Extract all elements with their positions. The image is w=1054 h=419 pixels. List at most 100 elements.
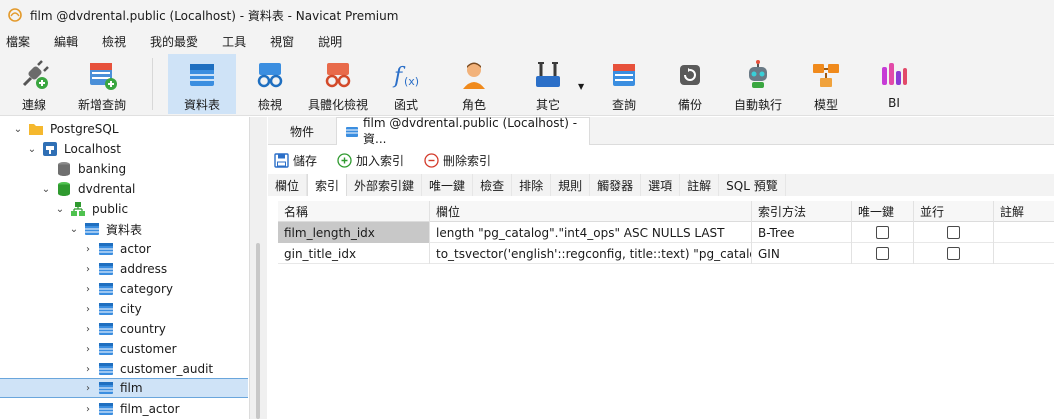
add-index-button[interactable]: 加入索引	[337, 152, 404, 169]
toolbar-table-button[interactable]: 資料表	[168, 54, 236, 114]
index-field-cell[interactable]: to_tsvector('english'::regconfig, title:…	[430, 243, 752, 264]
toolbar-role-button[interactable]: 角色	[450, 54, 498, 114]
tree-node-localhost[interactable]: ⌄ Localhost	[0, 139, 248, 159]
chevron-down-icon[interactable]: ⌄	[26, 144, 38, 155]
tab-excludes[interactable]: 排除	[512, 174, 552, 196]
schema-icon	[70, 201, 86, 217]
chevron-right-icon[interactable]: ›	[82, 364, 94, 375]
tree-node-table-film-actor[interactable]: › film_actor	[0, 399, 248, 419]
menu-edit[interactable]: 編輯	[48, 33, 84, 50]
column-header-concurrent[interactable]: 並行	[914, 201, 994, 222]
tree-node-table-address[interactable]: › address	[0, 259, 248, 279]
tab-triggers[interactable]: 觸發器	[590, 174, 642, 196]
chevron-right-icon[interactable]: ›	[82, 383, 94, 394]
comment-cell[interactable]	[994, 243, 1054, 264]
table-icon	[98, 321, 114, 337]
tree-node-table-customer[interactable]: › customer	[0, 339, 248, 359]
table-icon	[98, 301, 114, 317]
unique-checkbox[interactable]	[876, 226, 889, 239]
toolbar-model-button[interactable]: 模型	[802, 54, 850, 114]
toolbar-other-button[interactable]: 其它	[522, 54, 574, 114]
chevron-down-icon[interactable]: ⌄	[12, 124, 24, 135]
toolbar-connection-button[interactable]: 連線	[6, 54, 62, 114]
table-icon	[98, 261, 114, 277]
menu-favorites[interactable]: 我的最愛	[144, 33, 204, 50]
index-field-cell[interactable]: length "pg_catalog"."int4_ops" ASC NULLS…	[430, 222, 752, 243]
chevron-down-icon[interactable]: ⌄	[68, 224, 80, 235]
tab-comment[interactable]: 註解	[680, 174, 720, 196]
tab-foreign-keys[interactable]: 外部索引鍵	[347, 174, 423, 196]
tree-node-public[interactable]: ⌄ public	[0, 199, 248, 219]
toolbar-view-button[interactable]: 檢視	[246, 54, 294, 114]
unique-checkbox[interactable]	[876, 247, 889, 260]
save-button[interactable]: 儲存	[274, 152, 317, 169]
column-header-field[interactable]: 欄位	[430, 201, 752, 222]
tree-node-table-actor[interactable]: › actor	[0, 239, 248, 259]
toolbar-new-query-button[interactable]: 新增查詢	[70, 54, 134, 114]
add-circle-icon	[337, 152, 352, 168]
tree-scrollbar[interactable]	[250, 117, 267, 419]
comment-cell[interactable]	[994, 222, 1054, 243]
chevron-right-icon[interactable]: ›	[82, 264, 94, 275]
tab-film-table-design[interactable]: film @dvdrental.public (Localhost) - 資..…	[336, 116, 590, 146]
column-header-name[interactable]: 名稱	[278, 201, 430, 222]
chevron-right-icon[interactable]: ›	[82, 404, 94, 415]
column-header-method[interactable]: 索引方法	[752, 201, 852, 222]
column-header-comment[interactable]: 註解	[994, 201, 1054, 222]
unique-cell	[852, 222, 914, 243]
tab-unique-keys[interactable]: 唯一鍵	[422, 174, 474, 196]
table-icon	[98, 380, 114, 396]
toolbar-separator	[152, 58, 153, 110]
menu-file[interactable]: 檔案	[0, 33, 36, 50]
menu-window[interactable]: 視窗	[264, 33, 300, 50]
chevron-right-icon[interactable]: ›	[82, 284, 94, 295]
tree-node-table-film[interactable]: › film	[0, 378, 248, 398]
tab-fields[interactable]: 欄位	[268, 174, 308, 196]
tree-node-postgresql[interactable]: ⌄ PostgreSQL	[0, 119, 248, 139]
chevron-right-icon[interactable]: ›	[82, 304, 94, 315]
tab-objects[interactable]: 物件	[282, 117, 322, 145]
table-row[interactable]: film_length_idx length "pg_catalog"."int…	[278, 222, 1054, 243]
toolbar-backup-button[interactable]: 備份	[666, 54, 714, 114]
chevron-right-icon[interactable]: ›	[82, 324, 94, 335]
menu-view[interactable]: 檢視	[96, 33, 132, 50]
tab-options[interactable]: 選項	[641, 174, 681, 196]
scrollbar-thumb[interactable]	[256, 243, 260, 419]
concurrent-checkbox[interactable]	[947, 226, 960, 239]
tree-node-table-customer-audit[interactable]: › customer_audit	[0, 359, 248, 379]
index-method-cell[interactable]: GIN	[752, 243, 852, 264]
concurrent-checkbox[interactable]	[947, 247, 960, 260]
table-row[interactable]: gin_title_idx to_tsvector('english'::reg…	[278, 243, 1054, 264]
chevron-down-icon[interactable]: ⌄	[54, 204, 66, 215]
index-name-cell[interactable]: film_length_idx	[278, 222, 430, 243]
toolbar-automation-button[interactable]: 自動執行	[730, 54, 786, 114]
delete-index-button[interactable]: 刪除索引	[424, 152, 491, 169]
index-name-cell[interactable]: gin_title_idx	[278, 243, 430, 264]
main-toolbar: 連線 新增查詢 資料表 檢視 具體化檢視 f (x) 函式 角色 其它 ▼ 查詢…	[0, 52, 1054, 116]
chevron-right-icon[interactable]: ›	[82, 244, 94, 255]
column-header-unique[interactable]: 唯一鍵	[852, 201, 914, 222]
toolbar-materialized-view-button[interactable]: 具體化檢視	[304, 54, 372, 114]
tab-indexes[interactable]: 索引	[307, 174, 348, 196]
toolbar-query-button[interactable]: 查詢	[600, 54, 648, 114]
tree-node-table-category[interactable]: › category	[0, 279, 248, 299]
tools-icon	[531, 58, 565, 92]
tab-sql-preview[interactable]: SQL 預覽	[719, 174, 786, 196]
tab-checks[interactable]: 檢查	[473, 174, 513, 196]
tree-node-banking[interactable]: banking	[0, 159, 248, 179]
tree-node-dvdrental[interactable]: ⌄ dvdrental	[0, 179, 248, 199]
chevron-right-icon[interactable]: ›	[82, 344, 94, 355]
menu-help[interactable]: 說明	[312, 33, 348, 50]
chevron-down-icon[interactable]: ⌄	[40, 184, 52, 195]
menu-tools[interactable]: 工具	[216, 33, 252, 50]
tree-node-table-city[interactable]: › city	[0, 299, 248, 319]
toolbar-function-button[interactable]: f (x) 函式	[382, 54, 430, 114]
backup-icon	[673, 58, 707, 92]
tree-node-table-country[interactable]: › country	[0, 319, 248, 339]
other-dropdown-arrow-icon[interactable]: ▼	[578, 82, 584, 91]
toolbar-bi-button[interactable]: BI	[870, 54, 918, 114]
grid-header: 名稱 欄位 索引方法 唯一鍵 並行 註解	[278, 201, 1054, 222]
index-method-cell[interactable]: B-Tree	[752, 222, 852, 243]
tree-node-tables[interactable]: ⌄ 資料表	[0, 219, 248, 239]
tab-rules[interactable]: 規則	[551, 174, 591, 196]
